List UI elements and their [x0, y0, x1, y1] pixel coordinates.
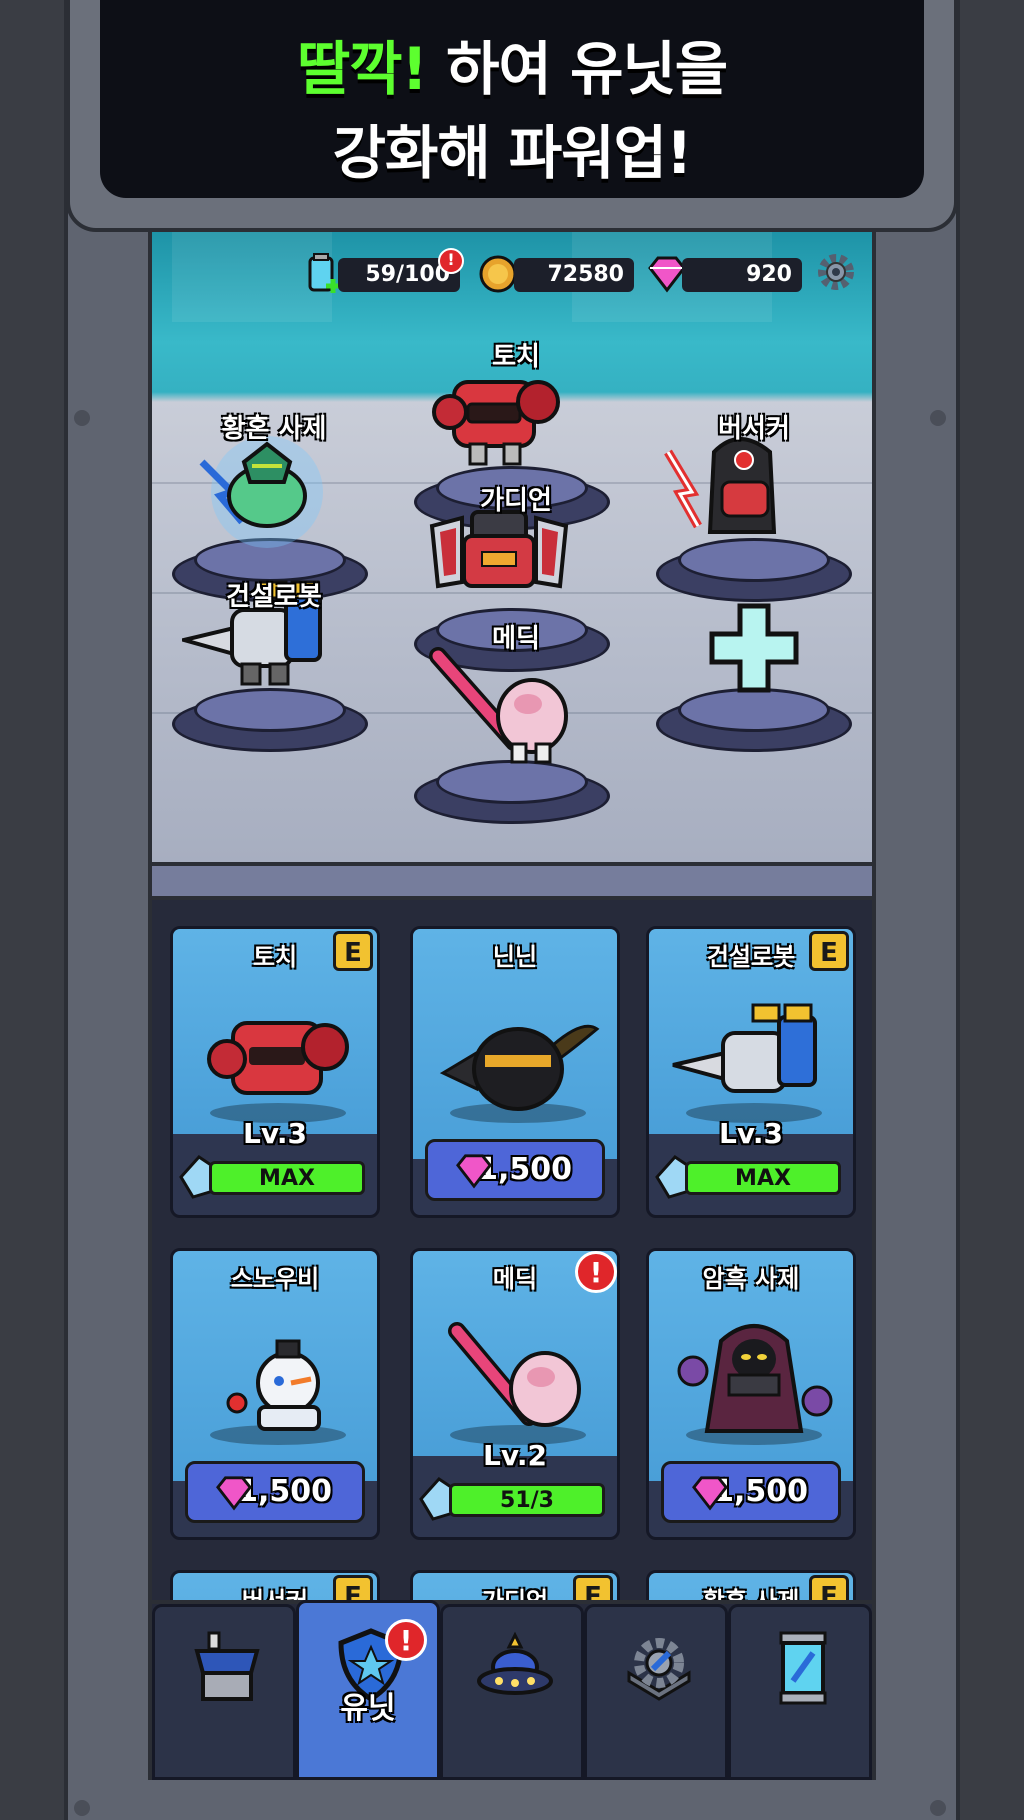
buy-button[interactable]: 1,500: [425, 1139, 605, 1201]
medic-unit-figure[interactable]: [428, 646, 578, 776]
unit-card-medic[interactable]: 메딕 ! Lv.2 51/3: [410, 1248, 620, 1540]
gold-coin-icon: [479, 255, 517, 293]
card-unit-name: 닌닌: [492, 943, 538, 971]
settings-gear-icon[interactable]: [816, 252, 856, 292]
energy-battery-icon[interactable]: [302, 252, 342, 296]
headline-line-2: 강화해 파워업!: [332, 119, 693, 187]
section-divider: [148, 862, 876, 900]
rivet: [74, 1800, 90, 1816]
grade-badge: E: [333, 931, 373, 971]
unit-card-dark-priest[interactable]: 암흑 사제 1,500: [646, 1248, 856, 1540]
headline-line-1: 딸깍! 하여 유닛을: [296, 35, 728, 103]
buy-button[interactable]: 1,500: [185, 1461, 365, 1523]
unit-card-guardian[interactable]: 가디언 E: [410, 1570, 620, 1600]
energy-alert-badge: !: [438, 248, 464, 274]
tab-capsule[interactable]: [728, 1604, 872, 1780]
unit-card-grid: 토치 E Lv.3 MAX 닌닌 1,500 건설로봇 E Lv.3 MAX 스…: [148, 900, 876, 1600]
grade-badge: E: [809, 931, 849, 971]
unit-level: Lv.3: [719, 1117, 783, 1150]
unit-card-snowbee[interactable]: 스노우비 1,500: [170, 1248, 380, 1540]
torch-portrait: [207, 1021, 349, 1123]
tab-label: 유닛: [340, 1691, 396, 1726]
unit-card-construction-robot[interactable]: 건설로봇 E Lv.3 MAX: [646, 926, 856, 1218]
gem-icon: [456, 1154, 492, 1189]
tab-settings[interactable]: [584, 1604, 728, 1780]
pedestal-label: 토치: [492, 342, 540, 372]
unit-level: Lv.2: [483, 1439, 547, 1472]
add-unit-plus-icon[interactable]: [708, 602, 800, 694]
shop-icon: [194, 1631, 260, 1701]
unit-level: Lv.3: [243, 1117, 307, 1150]
unit-alert-badge: !: [575, 1251, 617, 1293]
grade-badge: E: [573, 1575, 613, 1600]
tab-spaceship[interactable]: [440, 1604, 584, 1780]
units-alert-badge: !: [385, 1619, 427, 1661]
bottom-frame-strip: [148, 1780, 876, 1820]
capsule-icon: [779, 1631, 827, 1705]
unit-card-ninnin[interactable]: 닌닌 1,500: [410, 926, 620, 1218]
unit-lobby-scene: 59/100 ! 72580 920 토치 황혼 사제 버서커 가디언 건설로봇…: [148, 232, 876, 862]
card-unit-name: 스노우비: [230, 1265, 320, 1293]
gem-icon: [692, 1476, 728, 1511]
gear-wrench-icon: [627, 1638, 691, 1701]
rivet: [930, 1800, 946, 1816]
grade-badge: E: [809, 1575, 849, 1600]
unit-card-berserker[interactable]: 버서커 E: [170, 1570, 380, 1600]
medic-portrait: [448, 1322, 586, 1445]
ufo-icon: [477, 1631, 553, 1695]
card-unit-name: 암흑 사제: [702, 1265, 800, 1293]
pedestal-label: 가디언: [480, 486, 552, 516]
construction-robot-portrait: [672, 1003, 822, 1123]
ninnin-portrait: [439, 1024, 600, 1123]
gem-icon: [216, 1476, 252, 1511]
upgrade-progress-bar: MAX: [209, 1161, 365, 1195]
dark-priest-portrait: [677, 1324, 833, 1445]
unit-card-twilight-priest[interactable]: 황혼 사제 E: [646, 1570, 856, 1600]
buy-button[interactable]: 1,500: [661, 1461, 841, 1523]
grade-badge: E: [333, 1575, 373, 1600]
gem-counter: 920: [682, 258, 802, 292]
tab-shop[interactable]: [152, 1604, 296, 1780]
bottom-navigation: ! 유닛: [148, 1600, 876, 1780]
promo-banner: 딸깍! 하여 유닛을 강화해 파워업!: [66, 0, 958, 232]
tab-units[interactable]: ! 유닛: [296, 1600, 440, 1780]
gold-counter: 72580: [514, 258, 634, 292]
unit-card-torch[interactable]: 토치 E Lv.3 MAX: [170, 926, 380, 1218]
upgrade-progress-bar: 51/3: [449, 1483, 605, 1517]
snowbee-portrait: [210, 1339, 346, 1445]
pedestal-label: 버서커: [718, 414, 790, 444]
pedestal-label: 건설로봇: [226, 582, 322, 612]
pedestal-label: 황혼 사제: [221, 414, 327, 444]
rivet: [74, 410, 90, 426]
pedestal-label: 메딕: [492, 624, 540, 654]
upgrade-progress-bar: MAX: [685, 1161, 841, 1195]
rivet: [930, 410, 946, 426]
